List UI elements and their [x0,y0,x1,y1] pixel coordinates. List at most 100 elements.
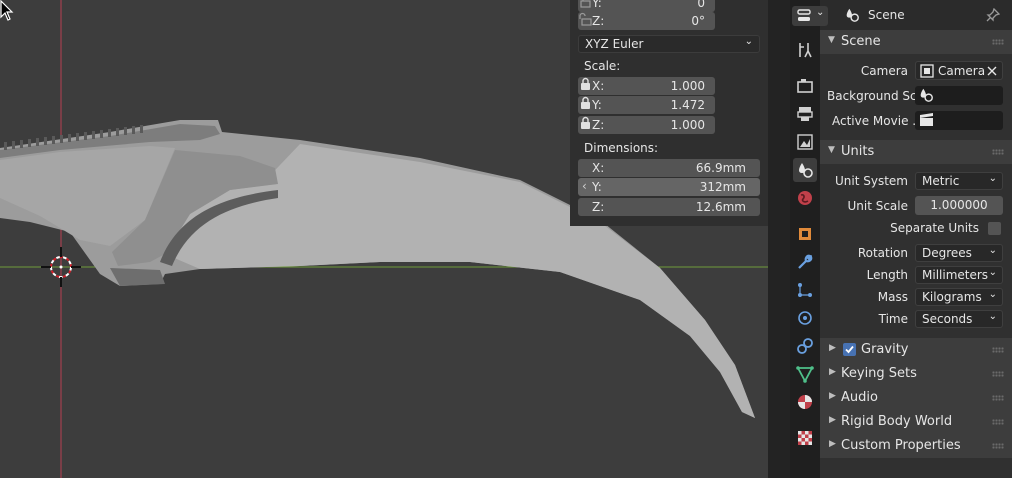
dimension-z-field[interactable]: Z: 12.6mm [578,198,760,216]
lock-icon[interactable] [578,96,592,110]
time-units-label: Time [878,312,908,326]
rotation-units-value: Degrees [922,246,972,260]
area-divider[interactable] [768,0,790,478]
pin-icon[interactable] [986,8,1000,22]
scale-y-field[interactable]: Y: 1.472 [578,96,715,114]
drag-grip-icon[interactable] [992,39,1004,45]
world-icon [798,191,812,205]
scale-z-row: Z: 1.000 [578,116,760,134]
drag-grip-icon[interactable] [992,347,1004,353]
unit-scale-field[interactable]: 1.000000 [915,196,1003,215]
gravity-panel-header[interactable]: ▶ Gravity [820,338,1012,362]
drag-grip-icon[interactable] [992,149,1004,155]
tab-material[interactable] [793,390,817,414]
tab-constraints[interactable] [793,334,817,358]
tab-scene[interactable] [793,158,817,182]
particles-icon [798,283,812,297]
dimension-y-label: Y: [592,180,602,194]
rotation-z-row: Z: 0° [578,12,760,30]
unit-system-dropdown[interactable]: Metric ⌄ [915,172,1003,190]
audio-label: Audio [841,390,878,405]
tab-modifiers[interactable] [793,250,817,274]
view-layer-icon [797,134,813,150]
chevron-down-icon: ⌄ [816,7,825,18]
mouse-pointer-icon [0,0,14,21]
rotation-y-row: Y: 0 [578,0,760,12]
collapse-arrow-icon: ▶ [829,415,836,425]
scene-panel-title: Scene [841,34,881,49]
time-units-value: Seconds [922,312,973,326]
background-scene-field[interactable] [915,86,1003,105]
active-movie-clip-field[interactable] [915,111,1003,130]
custom-properties-panel-header[interactable]: ▶ Custom Properties [820,434,1012,458]
chevron-down-icon: ⌄ [988,173,997,184]
dimension-y-field[interactable]: ‹ Y: 312mm [578,178,760,196]
collapse-arrow-icon: ▶ [829,367,836,377]
texture-icon [798,431,812,445]
length-units-dropdown[interactable]: Millimeters ⌄ [915,266,1003,284]
rotation-mode-dropdown[interactable]: XYZ Euler ⌄ [578,35,760,53]
gravity-checkbox[interactable] [843,343,856,356]
tool-icon [799,43,812,58]
3d-viewport[interactable]: Y: 0 Z: 0° XYZ Euler ⌄ Scale: X: 1.000 Y… [0,0,768,478]
unit-scale-value: 1.000000 [930,198,988,212]
lock-icon[interactable] [578,116,592,130]
collapse-arrow-icon: ▶ [829,439,836,449]
scene-icon [799,163,813,178]
keying-sets-panel-header[interactable]: ▶ Keying Sets [820,362,1012,386]
scene-panel-header[interactable]: ▼ Scene [820,30,1012,54]
unlock-icon[interactable] [578,0,592,8]
camera-value: Camera [938,64,986,78]
collapse-arrow-icon: ▶ [829,343,836,353]
tab-physics[interactable] [793,306,817,330]
scale-label: Scale: [584,59,621,73]
rotation-z-field[interactable]: Z: 0° [578,12,715,30]
tab-data[interactable] [793,362,817,386]
unit-scale-label: Unit Scale [847,199,908,213]
chevron-down-icon: ⌄ [988,289,997,300]
rotation-z-label: Z: [592,14,605,28]
scale-y-label: Y: [592,98,602,112]
properties-header: ⌄ Scene [792,0,1012,30]
separate-units-checkbox[interactable] [988,222,1001,235]
chevron-down-icon: ⌄ [988,267,997,278]
dimension-x-field[interactable]: X: 66.9mm [578,159,760,177]
drag-grip-icon[interactable] [992,419,1004,425]
tab-particles[interactable] [793,278,817,302]
tab-view-layer[interactable] [793,130,817,154]
units-panel-title: Units [841,144,875,159]
scale-x-field[interactable]: X: 1.000 [578,77,715,95]
rigid-body-world-panel-header[interactable]: ▶ Rigid Body World [820,410,1012,434]
units-panel-header[interactable]: ▼ Units [820,140,1012,164]
tab-output[interactable] [793,102,817,126]
length-units-label: Length [866,268,908,282]
scene-icon [846,8,859,22]
unlock-icon[interactable] [578,12,592,26]
camera-field[interactable]: Camera [915,61,1003,80]
chevron-left-icon[interactable]: ‹ [582,179,587,193]
lock-icon[interactable] [578,77,592,91]
tab-world[interactable] [793,186,817,210]
object-icon [799,228,811,240]
rotation-units-label: Rotation [857,246,908,260]
drag-grip-icon[interactable] [992,443,1004,449]
chevron-down-icon: ⌄ [988,311,997,322]
unit-system-value: Metric [922,174,960,188]
properties-editor: ⌄ Scene ▼ Scene Camera Camera Background… [792,0,1012,478]
rotation-y-field[interactable]: Y: 0 [578,0,715,12]
scale-z-field[interactable]: Z: 1.000 [578,116,715,134]
tab-render[interactable] [793,74,817,98]
rotation-units-dropdown[interactable]: Degrees ⌄ [915,244,1003,262]
tab-object[interactable] [793,222,817,246]
close-icon[interactable] [987,66,997,76]
tab-tool[interactable] [793,38,817,62]
time-units-dropdown[interactable]: Seconds ⌄ [915,310,1003,328]
audio-panel-header[interactable]: ▶ Audio [820,386,1012,410]
expand-arrow-icon: ▼ [828,145,835,155]
drag-grip-icon[interactable] [992,371,1004,377]
editor-type-button[interactable]: ⌄ [792,6,828,26]
mass-units-dropdown[interactable]: Kilograms ⌄ [915,288,1003,306]
tab-texture[interactable] [793,426,817,450]
drag-grip-icon[interactable] [992,395,1004,401]
scale-z-label: Z: [592,118,605,132]
